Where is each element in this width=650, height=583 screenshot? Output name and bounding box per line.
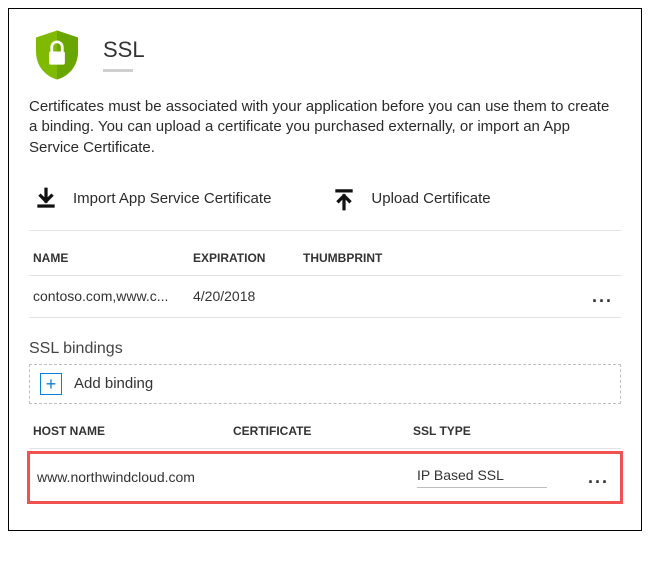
cert-expiration: 4/20/2018: [193, 288, 303, 304]
ssl-bindings-heading: SSL bindings: [29, 340, 621, 358]
cert-name: contoso.com,www.c...: [33, 288, 193, 304]
upload-certificate-button[interactable]: Upload Certificate: [331, 186, 490, 212]
highlighted-binding-row: www.northwindcloud.com IP Based SSL ...: [29, 453, 621, 502]
description-text: Certificates must be associated with you…: [29, 97, 621, 158]
table-row: contoso.com,www.c... 4/20/2018 ...: [29, 276, 621, 318]
col-thumbprint: THUMBPRINT: [303, 251, 577, 265]
binding-host: www.northwindcloud.com: [37, 469, 237, 485]
ssl-panel: SSL Certificates must be associated with…: [8, 8, 642, 531]
certificates-table-header: NAME EXPIRATION THUMBPRINT: [29, 241, 621, 276]
upload-label: Upload Certificate: [371, 190, 490, 207]
upload-icon: [331, 186, 357, 212]
certificate-actions: Import App Service Certificate Upload Ce…: [29, 176, 621, 231]
page-title: SSL: [103, 39, 145, 61]
bindings-table-header: HOST NAME CERTIFICATE SSL TYPE: [29, 414, 621, 449]
plus-icon: +: [40, 373, 62, 395]
shield-lock-icon: [29, 27, 85, 83]
col-expiration: EXPIRATION: [193, 251, 303, 265]
row-menu-button[interactable]: ...: [573, 467, 613, 488]
col-certificate: CERTIFICATE: [233, 424, 413, 438]
col-ssl-type: SSL TYPE: [413, 424, 577, 438]
row-menu-button[interactable]: ...: [577, 286, 617, 307]
title-underline: [103, 69, 133, 72]
import-certificate-button[interactable]: Import App Service Certificate: [33, 186, 271, 212]
col-host: HOST NAME: [33, 424, 233, 438]
title-wrap: SSL: [103, 39, 145, 72]
table-row[interactable]: www.northwindcloud.com IP Based SSL ...: [29, 453, 621, 502]
import-label: Import App Service Certificate: [73, 190, 271, 207]
download-icon: [33, 186, 59, 212]
add-binding-label: Add binding: [74, 375, 153, 392]
binding-ssl-type: IP Based SSL: [417, 467, 573, 488]
panel-header: SSL: [29, 27, 621, 83]
add-binding-button[interactable]: + Add binding: [29, 364, 621, 404]
col-name: NAME: [33, 251, 193, 265]
certificates-table: NAME EXPIRATION THUMBPRINT contoso.com,w…: [29, 241, 621, 318]
